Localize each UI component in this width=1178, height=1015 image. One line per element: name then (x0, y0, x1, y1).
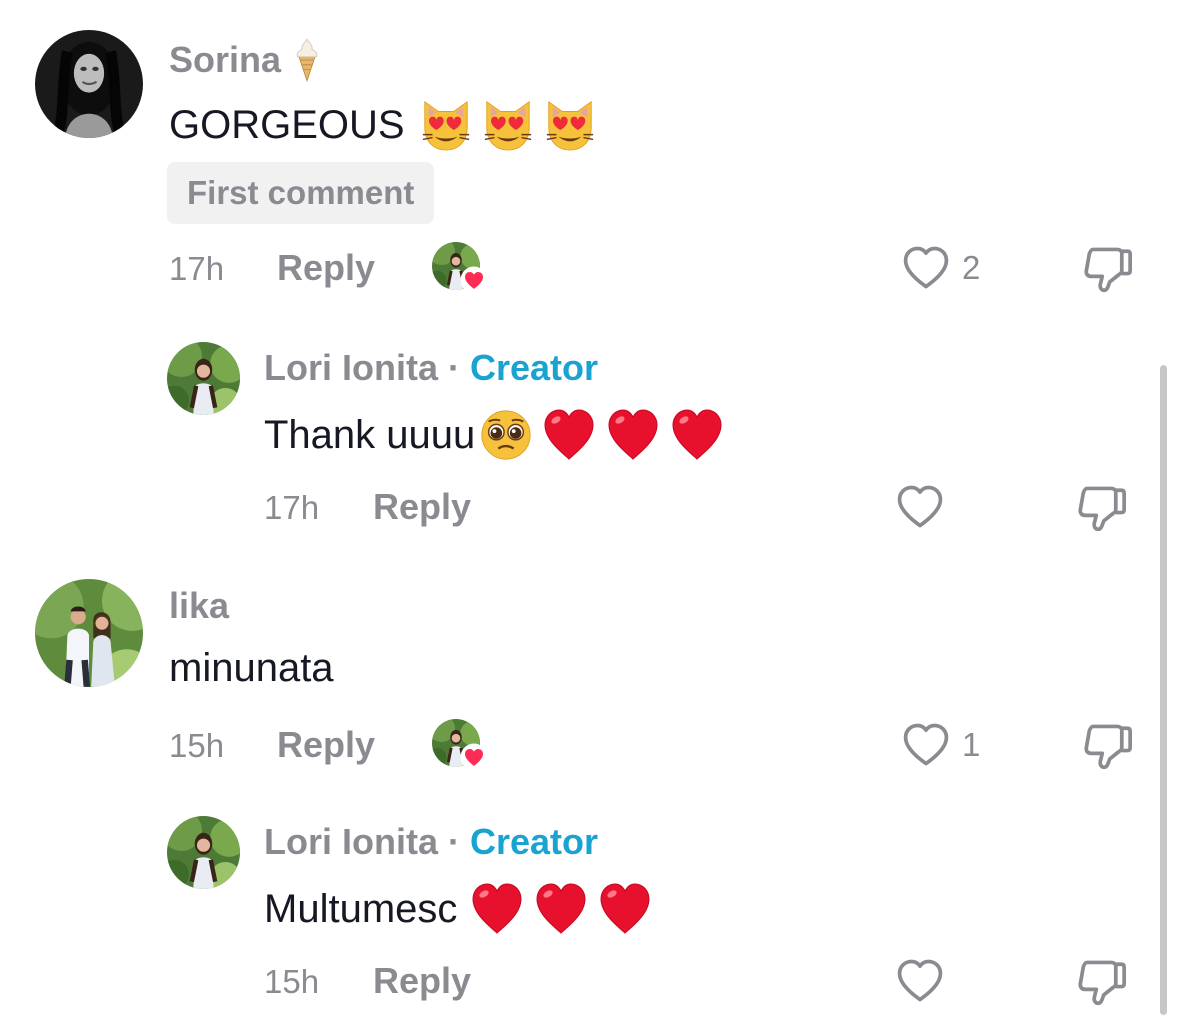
avatar[interactable] (167, 342, 240, 415)
comment-time: 15h (169, 727, 225, 764)
like-button[interactable] (894, 955, 946, 1007)
heart-outline-icon (900, 242, 952, 294)
red-heart-icon (533, 881, 589, 937)
ice-cream-icon (291, 36, 323, 84)
emoji-row (479, 407, 725, 463)
reply-button[interactable]: Reply (277, 724, 375, 766)
comment-author[interactable]: Sorina (169, 36, 323, 84)
creator-label: Creator (470, 347, 599, 388)
creator-liked-indicator (432, 242, 484, 294)
heart-icon (460, 743, 488, 771)
avatar[interactable] (35, 30, 143, 138)
cat-heart-eyes-icon (419, 98, 473, 152)
scrollbar[interactable] (1160, 365, 1167, 1015)
like-count: 2 (962, 249, 981, 286)
heart-outline-icon (894, 481, 946, 533)
heart-icon (460, 266, 488, 294)
avatar[interactable] (167, 816, 240, 889)
reply-button[interactable]: Reply (373, 960, 471, 1002)
comment-time: 17h (264, 489, 320, 526)
dislike-button[interactable] (1074, 955, 1126, 1012)
comment-time: 17h (169, 250, 225, 287)
emoji-row (469, 881, 653, 937)
comment-body: GORGEOUS (169, 102, 405, 147)
creator-liked-indicator (432, 719, 484, 771)
first-comment-badge: First comment (167, 162, 435, 224)
reply-button[interactable]: Reply (277, 247, 375, 289)
red-heart-icon (605, 407, 661, 463)
like-button[interactable]: 1 (900, 719, 980, 771)
like-button[interactable] (894, 481, 946, 533)
separator: · (448, 347, 460, 388)
author-name: Sorina (169, 39, 282, 80)
red-heart-icon (669, 407, 725, 463)
reply-button[interactable]: Reply (373, 486, 471, 528)
avatar-image (35, 579, 143, 687)
pleading-face-icon (479, 408, 533, 462)
red-heart-icon (597, 881, 653, 937)
thumbs-down-icon (1080, 242, 1132, 294)
thumbs-down-icon (1074, 955, 1126, 1007)
comment-body: Multumesc (264, 886, 458, 931)
avatar-image (167, 342, 240, 415)
emoji-row (419, 98, 597, 152)
heart-outline-icon (894, 955, 946, 1007)
red-heart-icon (541, 407, 597, 463)
avatar[interactable] (35, 579, 143, 687)
dislike-button[interactable] (1080, 719, 1132, 776)
author-name: Lori Ionita (264, 347, 438, 388)
comment-body: minunata (169, 646, 334, 690)
comment-time: 15h (264, 963, 320, 1000)
like-count: 1 (962, 726, 981, 763)
cat-heart-eyes-icon (481, 98, 535, 152)
heart-outline-icon (900, 719, 952, 771)
dislike-button[interactable] (1080, 242, 1132, 299)
thumbs-down-icon (1074, 481, 1126, 533)
avatar-image (35, 30, 143, 138)
comment-text: Thank uuuu (264, 407, 725, 463)
author-name: lika (169, 585, 230, 626)
comment-author[interactable]: Lori Ionita · Creator (264, 821, 598, 863)
comment-text: minunata (169, 646, 334, 691)
comment-text: GORGEOUS (169, 98, 597, 152)
separator: · (448, 821, 460, 862)
cat-heart-eyes-icon (543, 98, 597, 152)
red-heart-icon (469, 881, 525, 937)
like-button[interactable]: 2 (900, 242, 980, 294)
author-name: Lori Ionita (264, 821, 438, 862)
comment-author[interactable]: Lori Ionita · Creator (264, 347, 598, 389)
thumbs-down-icon (1080, 719, 1132, 771)
avatar-image (167, 816, 240, 889)
dislike-button[interactable] (1074, 481, 1126, 538)
comment-text: Multumesc (264, 881, 653, 937)
comment-author[interactable]: lika (169, 585, 229, 627)
comment-body: Thank uuuu (264, 412, 476, 457)
creator-label: Creator (470, 821, 599, 862)
